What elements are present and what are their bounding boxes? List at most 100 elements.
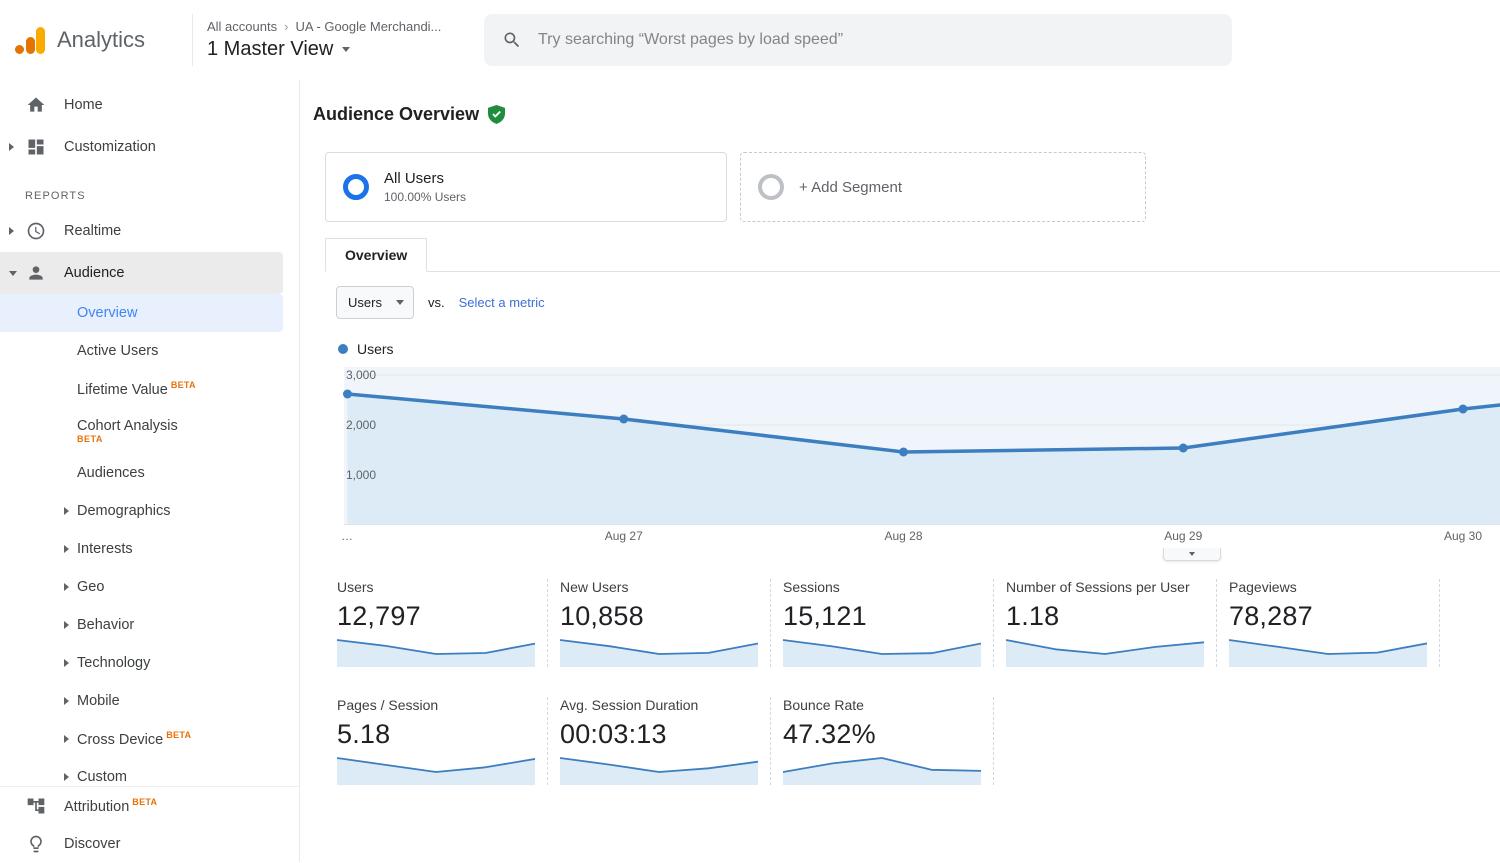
summary-cards-row-2: Pages / Session 5.18 Avg. Session Durati… (337, 697, 1500, 785)
metric-card-value: 1.18 (1006, 601, 1206, 632)
metric-card-sessions-per-user[interactable]: Number of Sessions per User 1.18 (1006, 579, 1217, 667)
metric-card-value: 78,287 (1229, 601, 1429, 632)
sidebar-item-cross-device[interactable]: Cross DeviceBETA (0, 720, 299, 758)
metric-card-value: 5.18 (337, 719, 537, 750)
metric-dropdown-value: Users (348, 295, 382, 310)
x-axis: … Aug 27 Aug 28 Aug 29 Aug 30 (344, 525, 1500, 545)
chart-legend: Users (338, 341, 1500, 357)
sidebar-item-label: Cohort Analysis (77, 418, 178, 434)
search-bar[interactable] (484, 14, 1232, 66)
metric-sparkline (337, 637, 535, 667)
metric-card-label: Users (337, 579, 537, 595)
select-metric-link[interactable]: Select a metric (459, 295, 545, 310)
sidebar-item-home[interactable]: Home (0, 84, 299, 126)
metric-card-users[interactable]: Users 12,797 (337, 579, 548, 667)
sidebar-item-discover[interactable]: Discover (0, 825, 299, 863)
metric-card-avg-session-duration[interactable]: Avg. Session Duration 00:03:13 (560, 697, 771, 785)
summary-cards-row-1: Users 12,797 New Users 10,858 Sessions 1… (337, 579, 1500, 667)
reports-section-label: REPORTS (0, 182, 299, 210)
x-axis-tick: Aug 29 (1164, 529, 1202, 543)
legend-label: Users (357, 341, 394, 357)
caret-down-icon (9, 271, 17, 276)
y-axis-tick: 3,000 (346, 367, 376, 383)
main-content: Audience Overview All Users 100.00% User… (301, 80, 1500, 862)
breadcrumb-account[interactable]: UA - Google Merchandi... (295, 19, 441, 34)
search-icon (502, 30, 522, 50)
sidebar-item-technology[interactable]: Technology (0, 644, 299, 682)
analytics-logo-icon (14, 25, 47, 55)
caret-right-icon (64, 583, 69, 591)
tab-overview[interactable]: Overview (325, 238, 427, 272)
sidebar-item-label: Attribution (64, 799, 129, 815)
caret-right-icon (64, 621, 69, 629)
search-input[interactable] (536, 30, 1214, 50)
x-axis-tick: … (341, 529, 353, 543)
sidebar-item-geo[interactable]: Geo (0, 568, 299, 606)
sidebar-item-label: Interests (77, 541, 133, 557)
sidebar-item-label: Cross Device (77, 732, 163, 748)
metric-sparkline (783, 637, 981, 667)
sidebar-item-overview[interactable]: Overview (0, 294, 283, 332)
sidebar-item-realtime[interactable]: Realtime (0, 210, 299, 252)
sidebar-item-lifetime-value[interactable]: Lifetime ValueBETA (0, 370, 299, 408)
analytics-logo[interactable]: Analytics (0, 25, 192, 55)
sidebar-item-interests[interactable]: Interests (0, 530, 299, 568)
sidebar-item-customization[interactable]: Customization (0, 126, 299, 168)
sidebar-item-attribution[interactable]: AttributionBETA (0, 787, 299, 825)
metric-sparkline (1006, 637, 1204, 667)
sidebar-item-cohort-analysis[interactable]: Cohort Analysis BETA (0, 408, 299, 454)
view-name: 1 Master View (207, 38, 333, 61)
metric-card-label: Avg. Session Duration (560, 697, 760, 713)
metric-card-label: Bounce Rate (783, 697, 983, 713)
segment-subtitle: 100.00% Users (384, 190, 466, 204)
home-icon (26, 95, 46, 115)
metric-card-value: 10,858 (560, 601, 760, 632)
customization-icon (26, 137, 46, 157)
breadcrumb-all-accounts[interactable]: All accounts (207, 19, 277, 34)
caret-down-icon (1189, 552, 1195, 556)
beta-badge: BETA (0, 434, 299, 445)
y-axis-tick: 2,000 (346, 417, 376, 433)
sidebar-item-audiences[interactable]: Audiences (0, 454, 299, 492)
top-app-bar: Analytics All accounts › UA - Google Mer… (0, 0, 1500, 80)
caret-right-icon (64, 545, 69, 553)
sidebar-item-behavior[interactable]: Behavior (0, 606, 299, 644)
chevron-down-icon (396, 300, 404, 305)
metric-card-pageviews[interactable]: Pageviews 78,287 (1229, 579, 1440, 667)
caret-right-icon (64, 697, 69, 705)
metric-card-sessions[interactable]: Sessions 15,121 (783, 579, 994, 667)
metric-card-pages-per-session[interactable]: Pages / Session 5.18 (337, 697, 548, 785)
segment-title: All Users (384, 170, 466, 187)
metric-sparkline (560, 755, 758, 785)
caret-right-icon (64, 659, 69, 667)
sidebar-item-label: Overview (77, 305, 137, 321)
attribution-icon (26, 796, 46, 816)
sidebar-item-audience[interactable]: Audience (0, 252, 283, 294)
caret-right-icon (64, 773, 69, 781)
segment-bar: All Users 100.00% Users + Add Segment (325, 152, 1500, 222)
segment-all-users[interactable]: All Users 100.00% Users (325, 152, 727, 222)
chart-collapse-button[interactable] (1163, 548, 1221, 561)
add-segment-ring-icon (758, 174, 784, 200)
metric-dropdown[interactable]: Users (336, 286, 414, 319)
metric-card-bounce-rate[interactable]: Bounce Rate 47.32% (783, 697, 994, 785)
metric-sparkline (1229, 637, 1427, 667)
sidebar-item-active-users[interactable]: Active Users (0, 332, 299, 370)
vs-label: vs. (428, 295, 445, 310)
caret-right-icon (64, 735, 69, 743)
sidebar-item-demographics[interactable]: Demographics (0, 492, 299, 530)
chevron-down-icon (342, 47, 350, 52)
view-selector[interactable]: 1 Master View (207, 38, 468, 61)
sidebar-item-label: Technology (77, 655, 150, 671)
sidebar-item-mobile[interactable]: Mobile (0, 682, 299, 720)
metric-card-new-users[interactable]: New Users 10,858 (560, 579, 771, 667)
nav-bottom-section: AttributionBETA Discover (0, 786, 299, 862)
sidebar-item-custom[interactable]: Custom (0, 758, 299, 786)
x-axis-tick: Aug 28 (884, 529, 922, 543)
caret-right-icon (64, 507, 69, 515)
metric-card-label: Pageviews (1229, 579, 1429, 595)
caret-right-icon (9, 227, 14, 235)
audience-person-icon (26, 263, 46, 283)
sidebar-item-label: Audiences (77, 465, 145, 481)
add-segment-button[interactable]: + Add Segment (740, 152, 1146, 222)
